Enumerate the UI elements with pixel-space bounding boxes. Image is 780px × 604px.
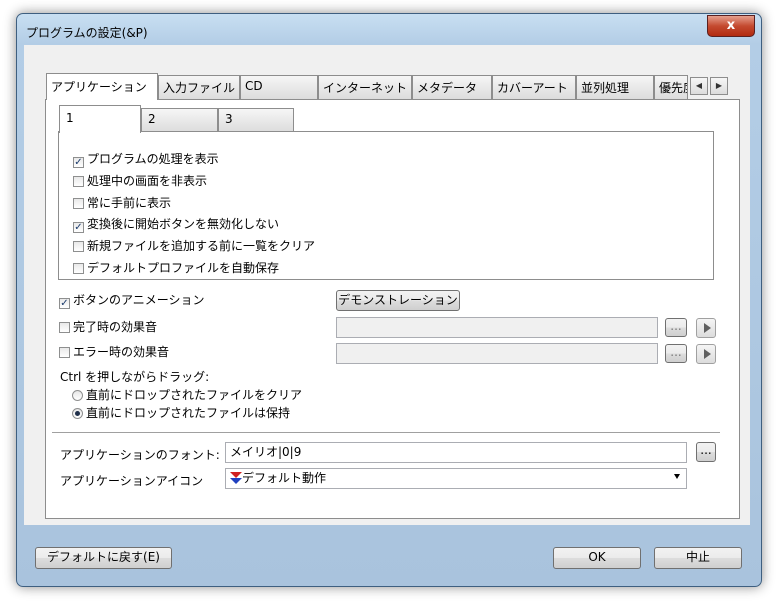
app-icon (230, 472, 242, 484)
complete-sound-field[interactable] (336, 317, 658, 338)
clear-list-checkbox[interactable]: 新規ファイルを追加する前に一覧をクリア (73, 238, 315, 254)
tab-scroll-right-icon[interactable]: ▶ (710, 77, 728, 95)
error-sound-browse-button[interactable]: ... (665, 344, 687, 363)
tab-parallel[interactable]: 並列処理 (576, 75, 654, 99)
icon-select-value: デフォルト動作 (242, 471, 327, 485)
ctrl-drag-label: Ctrl を押しながらドラッグ: (60, 370, 210, 384)
tab-priority[interactable]: 優先度 (654, 75, 688, 99)
tab-label: 入力ファイル (163, 81, 236, 95)
tab-label: アプリケーション (51, 80, 147, 94)
tab-metadata[interactable]: メタデータ (412, 75, 492, 99)
checkbox-label: 処理中の画面を非表示 (87, 174, 208, 188)
tab-label: メタデータ (417, 81, 478, 95)
error-sound-play-icon[interactable] (696, 344, 716, 364)
always-on-top-checkbox[interactable]: 常に手前に表示 (73, 195, 171, 211)
icon-select[interactable]: デフォルト動作 (225, 468, 687, 489)
radio-circle (72, 408, 83, 419)
subtab-label: 1 (66, 111, 74, 125)
font-field[interactable]: メイリオ|0|9 (225, 442, 687, 463)
tab-application[interactable]: アプリケーション (46, 73, 158, 100)
complete-sound-play-icon[interactable] (696, 318, 716, 338)
checkbox-label: 常に手前に表示 (87, 196, 172, 210)
checkbox-label: 完了時の効果音 (73, 320, 158, 334)
subtab-3[interactable]: 3 (218, 108, 294, 132)
checkbox-label: プログラムの処理を表示 (87, 152, 219, 166)
separator (52, 432, 720, 434)
subtab-label: 2 (148, 112, 156, 126)
autosave-profile-checkbox[interactable]: デフォルトプロファイルを自動保存 (73, 260, 279, 276)
reset-default-button[interactable]: デフォルトに戻す(E) (35, 547, 172, 569)
tab-label: インターネット (323, 81, 408, 95)
checkbox-box (73, 241, 84, 252)
close-button[interactable]: x (707, 15, 755, 37)
tab-label: CD (245, 79, 263, 93)
button-animation-checkbox[interactable]: ✓ ボタンのアニメーション (59, 292, 205, 309)
tab-input-file[interactable]: 入力ファイル (158, 75, 240, 99)
font-label: アプリケーションのフォント: (60, 448, 220, 462)
chevron-down-icon (674, 474, 680, 479)
radio-circle (72, 390, 83, 401)
subtab-2[interactable]: 2 (141, 108, 218, 132)
icon-label: アプリケーションアイコン (60, 474, 204, 488)
checkbox-label: 変換後に開始ボタンを無効化しない (87, 217, 280, 231)
tab-cd[interactable]: CD (240, 75, 318, 99)
drag-clear-radio[interactable]: 直前にドロップされたファイルをクリア (72, 387, 302, 403)
checkbox-label: エラー時の効果音 (73, 345, 170, 359)
font-browse-button[interactable]: ... (696, 442, 716, 462)
ok-button[interactable]: OK (553, 547, 641, 569)
subtab-label: 3 (225, 112, 233, 126)
checkbox-box (73, 176, 84, 187)
cancel-button[interactable]: 中止 (654, 547, 742, 569)
error-sound-field[interactable] (336, 343, 658, 364)
checkbox-box: ✓ (73, 157, 84, 168)
subtab-1[interactable]: 1 (59, 105, 141, 133)
checkbox-box: ✓ (73, 222, 84, 233)
complete-sound-checkbox[interactable]: 完了時の効果音 (59, 319, 157, 335)
checkbox-box (73, 198, 84, 209)
tab-label: カバーアート (497, 81, 568, 95)
checkbox-box (59, 322, 70, 333)
window-title: プログラムの設定(&P) (26, 26, 148, 40)
keep-start-enabled-checkbox[interactable]: ✓ 変換後に開始ボタンを無効化しない (73, 216, 280, 233)
tab-scroll-left-icon[interactable]: ◀ (690, 77, 708, 95)
checkbox-label: 新規ファイルを追加する前に一覧をクリア (87, 239, 316, 253)
drag-keep-radio[interactable]: 直前にドロップされたファイルは保持 (72, 405, 290, 421)
error-sound-checkbox[interactable]: エラー時の効果音 (59, 344, 169, 360)
complete-sound-browse-button[interactable]: ... (665, 318, 687, 337)
radio-label: 直前にドロップされたファイルをクリア (86, 388, 303, 402)
checkbox-label: デフォルトプロファイルを自動保存 (87, 261, 280, 275)
tab-label: 優先度 (659, 81, 687, 95)
tab-label: 並列処理 (581, 81, 630, 95)
hide-during-process-checkbox[interactable]: 処理中の画面を非表示 (73, 173, 207, 189)
checkbox-box (73, 263, 84, 274)
show-process-checkbox[interactable]: ✓ プログラムの処理を表示 (73, 151, 219, 168)
checkbox-box: ✓ (59, 298, 70, 309)
radio-label: 直前にドロップされたファイルは保持 (86, 406, 291, 420)
tab-internet[interactable]: インターネット (318, 75, 412, 99)
demonstration-button[interactable]: デモンストレーション (336, 290, 460, 311)
checkbox-box (59, 347, 70, 358)
checkbox-label: ボタンのアニメーション (73, 293, 205, 307)
tab-cover-art[interactable]: カバーアート (492, 75, 576, 99)
